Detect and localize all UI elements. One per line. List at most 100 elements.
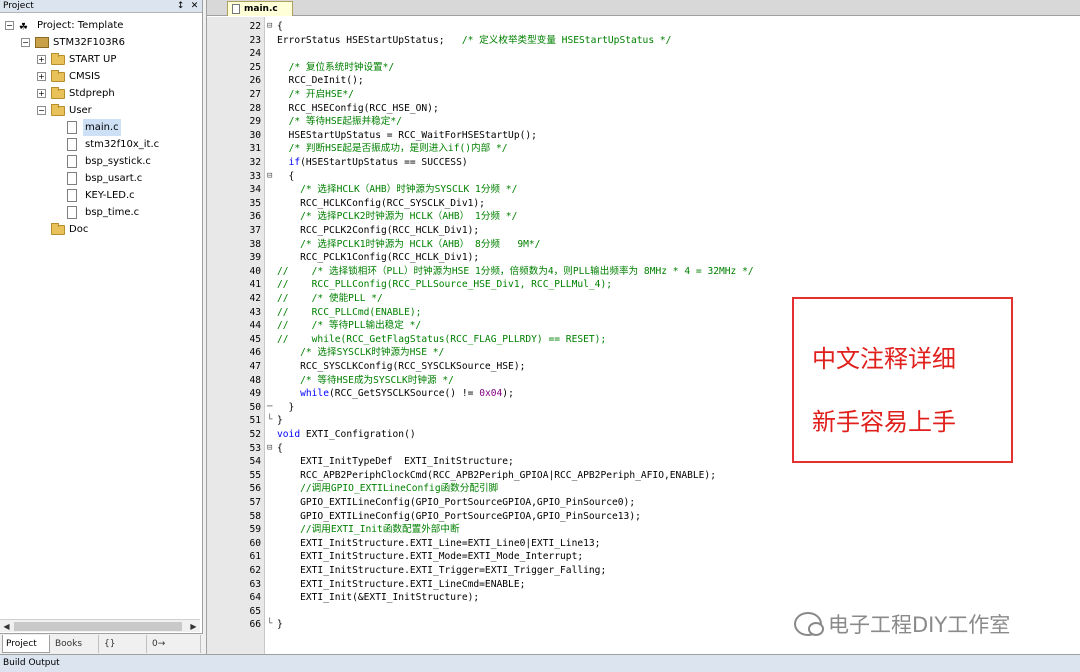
project-pane: Project ↕ ✕ − ☘ Project: Template − STM32F10… [0, 0, 203, 667]
code-line[interactable]: 34 /* 选择HCLK（AHB）时钟源为SYSCLK 1分频 */ [207, 183, 1080, 197]
pin-icon[interactable]: ↕ [175, 0, 186, 13]
line-number: 22 [249, 21, 261, 32]
code-line[interactable]: 55 RCC_APB2PeriphClockCmd(RCC_APB2Periph… [207, 469, 1080, 483]
code-line[interactable]: 30 HSEStartUpStatus = RCC_WaitForHSEStar… [207, 129, 1080, 143]
code-text: GPIO_EXTILineConfig(GPIO_PortSourceGPIOA… [277, 510, 641, 522]
line-number: 35 [249, 197, 261, 209]
tree-item[interactable]: − ☘ Project: Template [0, 17, 200, 34]
project-tab[interactable]: Project [2, 635, 50, 653]
code-line[interactable]: 23 ErrorStatus HSEStartUpStatus; /* 定义枚举类… [207, 34, 1080, 48]
tree-item[interactable]: stm32f10x_it.c [0, 136, 200, 153]
expand-icon[interactable]: + [37, 89, 46, 98]
code-line[interactable]: 59 //调用EXTI_Init函数配置外部中断 [207, 523, 1080, 537]
project-tab[interactable]: {} Func... [101, 635, 147, 667]
code-text: /* 选择PCLK1时钟源为 HCLK（AHB） 8分频 9M*/ [300, 238, 541, 250]
expand-icon[interactable]: + [37, 55, 46, 64]
collapse-icon[interactable]: − [21, 38, 30, 47]
code-line[interactable]: 61 EXTI_InitStructure.EXTI_Mode=EXTI_Mod… [207, 550, 1080, 564]
line-number: 58 [249, 510, 261, 522]
editor-tab-main-c[interactable]: main.c [227, 1, 293, 16]
fold-toggle-icon[interactable]: ⊟ [267, 20, 272, 34]
tree-item-label: KEY-LED.c [85, 190, 135, 201]
code-line[interactable]: 29 /* 等待HSE起振并稳定*/ [207, 115, 1080, 129]
tree-item[interactable]: + START UP [0, 51, 200, 68]
collapse-icon[interactable]: − [37, 106, 46, 115]
code-line[interactable]: 38 /* 选择PCLK1时钟源为 HCLK（AHB） 8分频 9M*/ [207, 238, 1080, 252]
tree-item[interactable]: + Stdpreph [0, 85, 200, 102]
tree-item[interactable]: bsp_time.c [0, 204, 200, 221]
line-number: 28 [249, 102, 261, 114]
code-line[interactable]: 39 RCC_PCLK1Config(RCC_HCLK_Div1); [207, 251, 1080, 265]
editor-tab-bar: main.c [207, 0, 1080, 16]
tree-item-label: STM32F103R6 [53, 37, 125, 48]
build-output-titlebar: Build Output [0, 654, 1080, 672]
close-icon[interactable]: ✕ [189, 0, 200, 13]
annotation-box: 中文注释详细 新手容易上手 [792, 297, 1013, 463]
code-line[interactable]: 22 ⊟ { [207, 20, 1080, 34]
fold-line-icon: └ [267, 415, 273, 426]
tree-item[interactable]: bsp_usart.c [0, 170, 200, 187]
tree-item[interactable]: − User [0, 102, 200, 119]
code-text: // RCC_PLLConfig(RCC_PLLSource_HSE_Div1,… [277, 279, 613, 291]
code-line[interactable]: 60 EXTI_InitStructure.EXTI_Line=EXTI_Lin… [207, 537, 1080, 551]
scroll-left-icon[interactable]: ◀ [0, 620, 13, 633]
scroll-right-icon[interactable]: ▶ [187, 620, 200, 633]
tree-item-label: bsp_systick.c [85, 156, 151, 167]
tree-item[interactable]: bsp_systick.c [0, 153, 200, 170]
code-line[interactable]: 36 /* 选择PCLK2时钟源为 HCLK（AHB） 1分频 */ [207, 210, 1080, 224]
line-number: 33 [249, 170, 261, 182]
collapse-icon[interactable]: − [5, 21, 14, 30]
code-text: /* 复位系统时钟设置*/ [288, 61, 395, 73]
code-text: RCC_DeInit(); [277, 75, 364, 87]
file-icon [67, 172, 77, 185]
code-text: RCC_APB2PeriphClockCmd(RCC_APB2Periph_GP… [277, 469, 716, 481]
fold-toggle-icon[interactable]: ⊟ [267, 170, 272, 184]
folder-icon [51, 104, 65, 116]
code-line[interactable]: 63 EXTI_InitStructure.EXTI_LineCmd=ENABL… [207, 578, 1080, 592]
line-number: 34 [249, 184, 261, 196]
ide-window: Project ↕ ✕ − ☘ Project: Template − STM32F10… [0, 0, 1080, 672]
project-pane-titlebar: Project ↕ ✕ [0, 0, 202, 13]
code-text: /* 选择PCLK2时钟源为 HCLK（AHB） 1分频 */ [300, 211, 518, 223]
tree-item[interactable]: Doc [0, 221, 200, 238]
code-line[interactable]: 25 /* 复位系统时钟设置*/ [207, 61, 1080, 75]
watermark-text: 电子工程DIY工作室 [828, 613, 1011, 637]
line-number: 31 [249, 143, 261, 155]
code-line[interactable]: 33 ⊟ { [207, 170, 1080, 184]
code-line[interactable]: 28 RCC_HSEConfig(RCC_HSE_ON); [207, 102, 1080, 116]
code-text: } [277, 401, 295, 413]
code-line[interactable]: 31 /* 判断HSE起是否振成功，是则进入if()内部 */ [207, 142, 1080, 156]
code-line[interactable]: 57 GPIO_EXTILineConfig(GPIO_PortSourceGP… [207, 496, 1080, 510]
code-text: ErrorStatus HSEStartUpStatus; /* 定义枚举类型变… [277, 34, 672, 46]
file-icon [67, 121, 77, 134]
file-icon [232, 4, 240, 14]
scrollbar-thumb[interactable] [14, 622, 182, 631]
code-line[interactable]: 56 //调用GPIO_EXTILineConfig函数分配引脚 [207, 482, 1080, 496]
project-tab[interactable]: 0→ Temp... [149, 635, 201, 667]
code-line[interactable]: 40 // /* 选择锁相环（PLL）时钟源为HSE 1分频，倍频数为4，则PLL… [207, 265, 1080, 279]
expand-icon[interactable]: + [37, 72, 46, 81]
code-line[interactable]: 27 /* 开启HSE*/ [207, 88, 1080, 102]
code-line[interactable]: 35 RCC_HCLKConfig(RCC_SYSCLK_Div1); [207, 197, 1080, 211]
tree-item[interactable]: + CMSIS [0, 68, 200, 85]
line-number: 65 [249, 605, 261, 617]
fold-toggle-icon[interactable]: ⊟ [267, 442, 272, 456]
code-line[interactable]: 58 GPIO_EXTILineConfig(GPIO_PortSourceGP… [207, 510, 1080, 524]
tree-horizontal-scrollbar[interactable]: ◀ ▶ [0, 619, 200, 632]
tree-item[interactable]: − STM32F103R6 [0, 34, 200, 51]
code-text: EXTI_InitTypeDef EXTI_InitStructure; [277, 456, 514, 468]
code-line[interactable]: 62 EXTI_InitStructure.EXTI_Trigger=EXTI_… [207, 564, 1080, 578]
code-line[interactable]: 26 RCC_DeInit(); [207, 74, 1080, 88]
tree-item-label: Doc [69, 224, 89, 235]
code-line[interactable]: 32 if(HSEStartUpStatus == SUCCESS) [207, 156, 1080, 170]
tree-item[interactable]: KEY-LED.c [0, 187, 200, 204]
code-line[interactable]: 24 [207, 47, 1080, 61]
code-text: HSEStartUpStatus = RCC_WaitForHSEStartUp… [277, 129, 537, 141]
line-number: 61 [249, 551, 261, 563]
code-line[interactable]: 41 // RCC_PLLConfig(RCC_PLLSource_HSE_Div… [207, 278, 1080, 292]
code-line[interactable]: 64 EXTI_Init(&EXTI_InitStructure); [207, 591, 1080, 605]
code-line[interactable]: 37 RCC_PCLK2Config(RCC_HCLK_Div1); [207, 224, 1080, 238]
project-tab[interactable]: Books [52, 635, 99, 653]
code-text: EXTI_InitStructure.EXTI_Mode=EXTI_Mode_I… [277, 551, 584, 563]
tree-item[interactable]: main.c [0, 119, 200, 136]
